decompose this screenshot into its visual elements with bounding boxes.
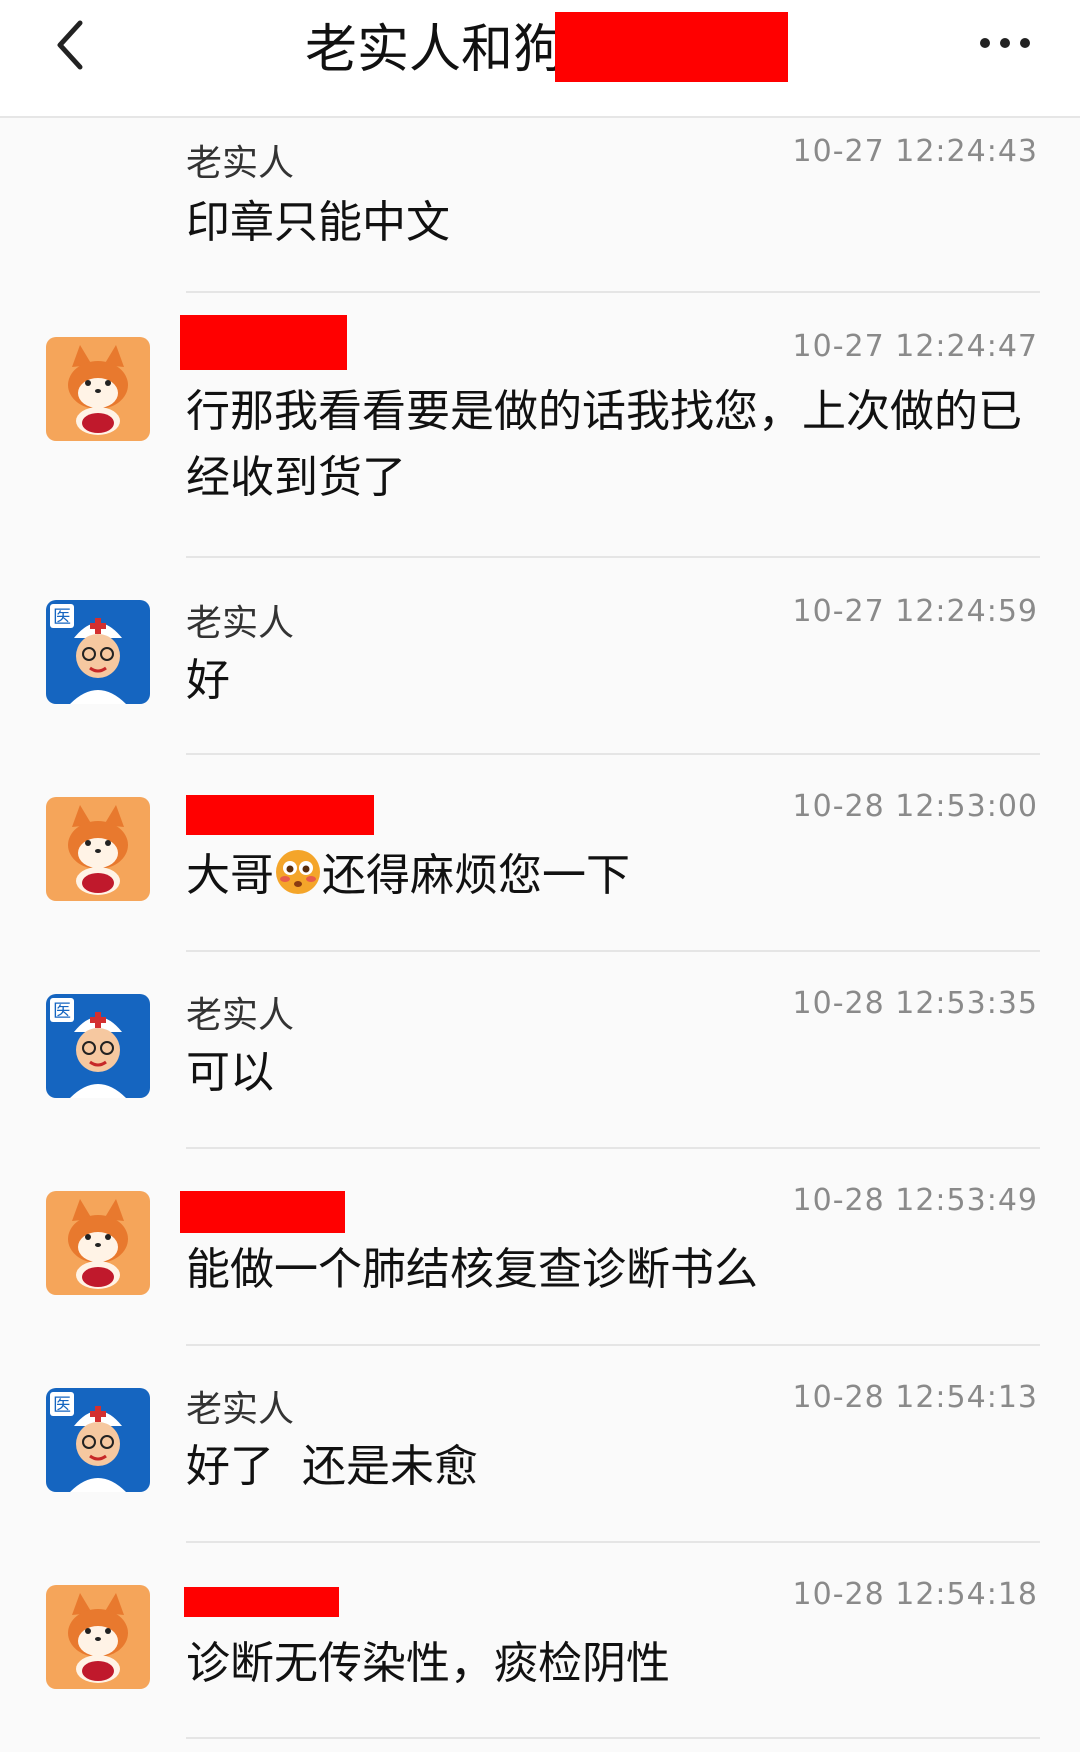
message-time: 10-28 12:53:35 — [792, 986, 1038, 1021]
sender-redaction — [180, 315, 347, 370]
message-item[interactable]: 医 老实人 10-28 12:53:35 可以 — [0, 952, 1080, 1149]
back-button[interactable] — [40, 10, 100, 80]
message-text: 大哥 还得麻烦您一下 — [186, 843, 1040, 909]
message-list[interactable]: 老实人 10-27 12:24:43 印章只能中文 10-27 12:24:47… — [0, 118, 1080, 1739]
avatar[interactable]: 医 — [46, 1388, 150, 1492]
title-redaction — [555, 12, 788, 82]
shiba-avatar-icon — [46, 1191, 150, 1295]
avatar[interactable]: 医 — [46, 600, 150, 704]
doctor-badge-text: 医 — [53, 1395, 71, 1416]
avatar[interactable] — [46, 1585, 150, 1689]
message-text-part: 大哥 — [186, 850, 274, 901]
doctor-avatar-icon: 医 — [46, 600, 150, 704]
message-text: 能做一个肺结核复查诊断书么 — [186, 1244, 758, 1295]
sender-name: 老实人 — [186, 143, 295, 184]
message-time: 10-27 12:24:43 — [792, 134, 1038, 169]
avatar[interactable]: 医 — [46, 994, 150, 1098]
message-text: 好了 还是未愈 — [186, 1441, 478, 1492]
message-time: 10-28 12:54:18 — [792, 1577, 1038, 1612]
sender-name: 老实人 — [186, 1389, 295, 1430]
sender-name: 老实人 — [186, 995, 295, 1036]
message-text-part: 还得麻烦您一下 — [322, 850, 630, 901]
sender-redaction — [180, 1191, 345, 1233]
message-item[interactable]: 医 老实人 10-28 12:54:13 好了 还是未愈 — [0, 1346, 1080, 1543]
message-item[interactable]: 医 老实人 10-27 12:24:59 好 — [0, 558, 1080, 755]
sender-redaction — [186, 795, 374, 835]
message-text: 好 — [186, 655, 230, 706]
message-time: 10-28 12:53:49 — [792, 1183, 1038, 1218]
message-item[interactable]: 老实人 10-27 12:24:43 印章只能中文 — [0, 118, 1080, 293]
message-text: 诊断无传染性，痰检阴性 — [186, 1638, 670, 1689]
shiba-avatar-icon — [46, 337, 150, 441]
more-button[interactable] — [970, 18, 1040, 68]
chevron-left-icon — [57, 20, 83, 70]
sender-redaction — [184, 1587, 339, 1617]
message-time: 10-27 12:24:47 — [792, 329, 1038, 364]
message-text: 印章只能中文 — [186, 197, 450, 248]
ellipsis-icon — [980, 38, 1030, 48]
avatar[interactable] — [46, 1191, 150, 1295]
message-time: 10-28 12:53:00 — [792, 789, 1038, 824]
doctor-avatar-icon: 医 — [46, 1388, 150, 1492]
doctor-avatar-icon: 医 — [46, 994, 150, 1098]
message-item[interactable]: 10-27 12:24:47 行那我看看要是做的话我找您，上次做的已经收到货了 — [0, 293, 1080, 558]
chat-title: 老实人和狗 — [305, 19, 566, 80]
shiba-avatar-icon — [46, 1585, 150, 1689]
message-item[interactable]: 10-28 12:53:00 大哥 还得麻烦您一下 — [0, 755, 1080, 952]
avatar[interactable] — [46, 337, 150, 441]
message-time: 10-27 12:24:59 — [792, 594, 1038, 629]
message-text: 可以 — [186, 1047, 274, 1098]
doctor-badge-text: 医 — [53, 1001, 71, 1022]
avatar[interactable] — [46, 797, 150, 901]
shiba-avatar-icon — [46, 797, 150, 901]
chat-header: 老实人和狗 — [0, 0, 1080, 118]
message-time: 10-28 12:54:13 — [792, 1380, 1038, 1415]
message-item[interactable]: 10-28 12:54:18 诊断无传染性，痰检阴性 — [0, 1543, 1080, 1739]
sender-name: 老实人 — [186, 603, 295, 644]
flushed-face-icon — [276, 850, 320, 894]
divider — [186, 1737, 1040, 1739]
message-item[interactable]: 10-28 12:53:49 能做一个肺结核复查诊断书么 — [0, 1149, 1080, 1346]
message-text: 行那我看看要是做的话我找您，上次做的已经收到货了 — [186, 386, 1022, 503]
doctor-badge-text: 医 — [53, 607, 71, 628]
